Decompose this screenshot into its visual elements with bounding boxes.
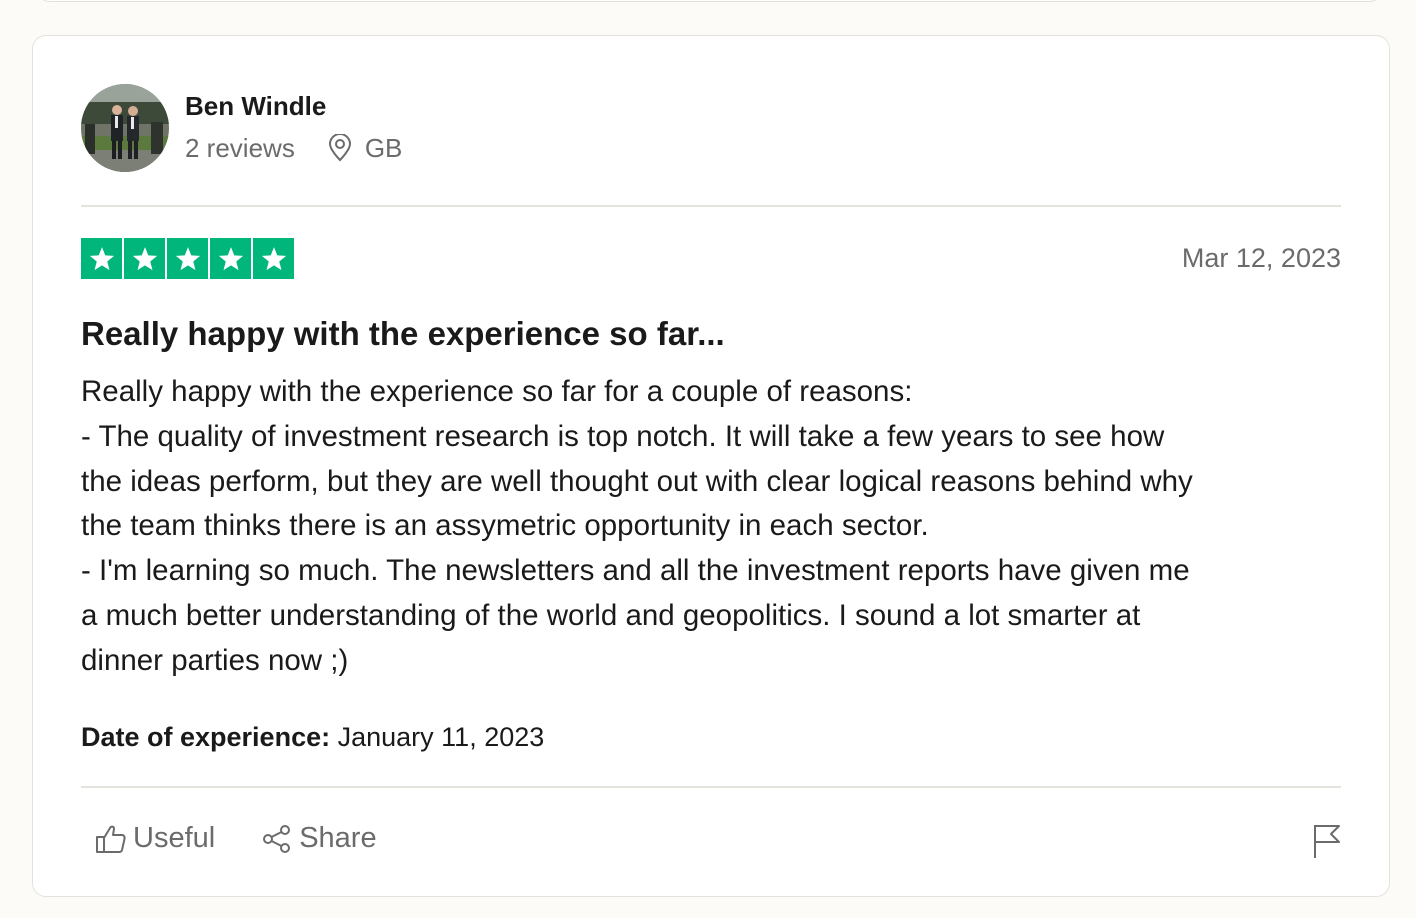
footer-divider [81,786,1341,788]
star-icon [167,238,208,279]
review-card: Ben Windle 2 reviews GB Mar 12, 2023 Rea… [32,35,1390,897]
reviewer-info: Ben Windle 2 reviews GB [185,91,402,163]
review-body-line: dinner parties now ;) [81,643,349,677]
share-icon [261,824,293,854]
header-divider [81,205,1341,207]
flag-icon [1312,823,1342,864]
avatar[interactable] [81,84,169,172]
useful-label: Useful [133,822,216,854]
star-rating [81,238,294,279]
review-actions: Useful Share [95,822,377,855]
review-body-line: - The quality of investment research is … [81,419,1165,453]
reviewer-location: GB [327,133,403,163]
reviewer-meta: 2 reviews GB [185,133,402,163]
star-icon [124,238,165,279]
share-button[interactable]: Share [261,822,377,855]
star-icon [81,238,122,279]
useful-button[interactable]: Useful [95,822,215,855]
map-pin-icon [327,134,353,162]
review-body-line: Really happy with the experience so far … [81,375,913,408]
review-title[interactable]: Really happy with the experience so far.… [81,312,725,356]
reviews-count: 2 reviews [185,133,295,163]
review-date: Mar 12, 2023 [1181,243,1341,273]
review-body-line: the ideas perform, but they are well tho… [81,464,1193,498]
review-body-line: the team thinks there is an assymetric o… [81,509,929,543]
report-button[interactable] [1312,823,1342,864]
date-of-experience-label: Date of experience: [81,722,331,752]
review-body-line: - I'm learning so much. The newsletters … [81,554,1190,588]
date-of-experience-value: January 11, 2023 [337,722,545,752]
review-body: Really happy with the experience so far … [81,370,1351,684]
share-label: Share [299,822,377,854]
date-of-experience: Date of experience: January 11, 2023 [81,720,544,754]
previous-review-card [36,0,1383,2]
thumbs-up-icon [95,824,127,854]
star-icon [210,238,251,279]
reviewer-country: GB [364,133,403,163]
reviewer-header: Ben Windle 2 reviews GB [81,84,402,172]
rating-row: Mar 12, 2023 [81,238,1341,279]
star-icon [253,238,294,279]
review-body-line: a much better understanding of the world… [81,598,1141,632]
reviewer-name[interactable]: Ben Windle [185,89,402,123]
